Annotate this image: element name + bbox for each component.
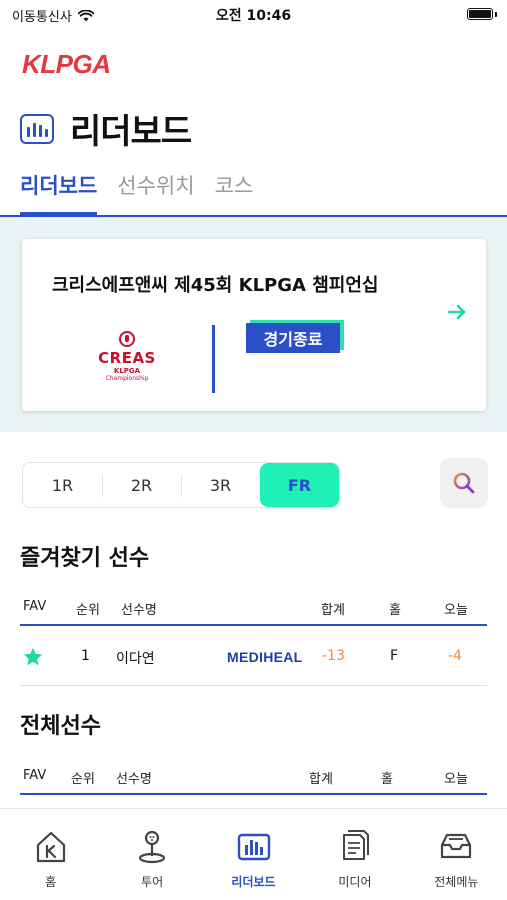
tab-bar: 리더보드 선수위치 코스 [20,170,253,215]
round-1r[interactable]: 1R [23,463,102,507]
nav-leaderboard[interactable]: 리더보드 [203,809,304,900]
klpga-logo: KLPGA [22,49,118,82]
player-name: 이다연 [116,651,155,667]
player-today: -4 [448,648,462,664]
inbox-menu-icon [441,833,472,859]
sponsor-logo: MEDIHEAL [227,649,303,665]
table-row[interactable]: 1 이다연 MEDIHEAL -13 F -4 [20,630,487,686]
media-icon [342,830,369,860]
arrow-right-icon[interactable] [446,301,468,323]
status-bar: 이동통신사 오전 10:46 [0,0,507,28]
home-icon [36,831,65,863]
nav-home[interactable]: 홈 [0,809,101,900]
star-icon[interactable] [22,646,44,668]
status-badge: 경기종료 [246,320,344,353]
page-header: 리더보드 [20,104,192,153]
logo-text: KLPGA [22,50,111,78]
tab-course[interactable]: 코스 [215,170,254,215]
round-2r[interactable]: 2R [102,463,181,507]
player-hole: F [390,648,399,664]
bottom-nav: 홈 투어 리더보드 미디어 전체메뉴 [0,808,507,900]
nav-media[interactable]: 미디어 [304,809,405,900]
trophy-emblem-icon [119,331,135,347]
golf-tour-icon [139,830,166,864]
event-banner: 크리스에프앤씨 제45회 KLPGA 챔피언십 CREAS KLPGA Cham… [0,217,507,432]
event-title: 크리스에프앤씨 제45회 KLPGA 챔피언십 [52,275,379,296]
table-divider [20,793,487,795]
tournament-logo: CREAS KLPGA Championship [96,331,158,382]
player-rank: 1 [81,648,90,664]
all-players-title: 전체선수 [20,714,101,739]
tab-leaderboard[interactable]: 리더보드 [20,170,98,215]
card-divider [212,325,215,393]
round-fr[interactable]: FR [260,463,339,507]
nav-tour[interactable]: 투어 [101,809,202,900]
table-divider [20,624,487,626]
tab-player-location[interactable]: 선수위치 [117,170,194,215]
all-players-table-header: FAV 순위 선수명 합계 홀 오늘 [23,768,468,787]
leaderboard-icon [237,833,270,861]
favorites-table-header: FAV 순위 선수명 합계 홀 오늘 [23,599,468,618]
search-icon [453,472,475,494]
event-card[interactable]: 크리스에프앤씨 제45회 KLPGA 챔피언십 CREAS KLPGA Cham… [22,239,486,411]
nav-all-menu[interactable]: 전체메뉴 [406,809,507,900]
round-3r[interactable]: 3R [181,463,260,507]
player-total: -13 [322,648,345,664]
clock: 오전 10:46 [215,8,292,24]
leaderboard-icon [20,113,54,144]
favorites-title: 즐겨찾기 선수 [20,546,150,571]
round-selector: 1R 2R 3R FR [22,462,340,508]
page-title: 리더보드 [70,112,192,152]
battery-icon [467,8,493,20]
search-button[interactable] [440,458,488,508]
